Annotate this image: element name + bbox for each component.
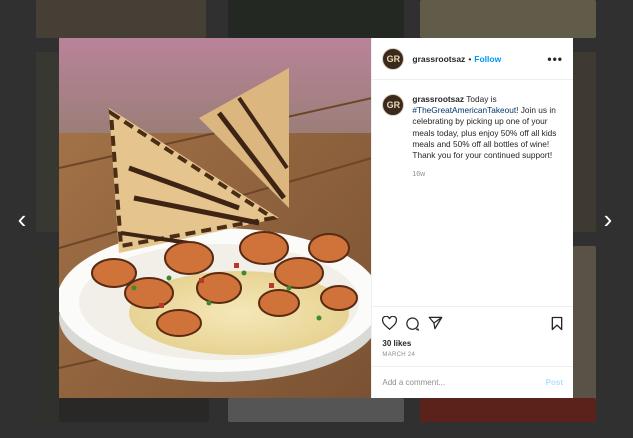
next-post-chevron-right-icon[interactable]: ›: [598, 205, 618, 233]
separator-dot: •: [468, 53, 472, 64]
comment-icon[interactable]: [405, 316, 420, 331]
avatar-logo-text: GR: [386, 100, 401, 110]
post-side-panel: GR grassrootsaz • Follow ••• GR grassroo…: [371, 38, 573, 398]
post-modal: GR grassrootsaz • Follow ••• GR grassroo…: [59, 38, 573, 398]
avatar[interactable]: GR: [382, 47, 405, 70]
post-comment-button[interactable]: Post: [546, 378, 563, 387]
caption-username-link[interactable]: grassrootsaz: [412, 94, 464, 104]
caption-text-before: Today is: [466, 94, 497, 104]
caption-text: grassrootsaz Today is #TheGreatAmericanT…: [412, 94, 562, 306]
hashtag-link[interactable]: #TheGreatAmericanTakeout: [412, 105, 516, 115]
follow-button[interactable]: Follow: [474, 54, 501, 64]
previous-post-chevron-left-icon[interactable]: ‹: [12, 205, 32, 233]
post-header: GR grassrootsaz • Follow •••: [372, 38, 573, 80]
post-image-illustration: [59, 38, 372, 398]
actions-section: 30 likes MARCH 24: [372, 306, 573, 366]
comment-bar: Post: [372, 366, 573, 398]
caption: GR grassrootsaz Today is #TheGreatAmeric…: [372, 80, 573, 306]
share-icon[interactable]: [428, 316, 443, 330]
avatar[interactable]: GR: [382, 94, 405, 116]
bookmark-icon[interactable]: [551, 316, 563, 331]
heart-icon[interactable]: [382, 316, 398, 330]
avatar-logo-text: GR: [386, 53, 401, 64]
username-link[interactable]: grassrootsaz: [412, 54, 465, 64]
comment-input[interactable]: [382, 378, 546, 387]
action-icons: [382, 315, 563, 331]
more-icon[interactable]: •••: [547, 52, 563, 66]
likes-count[interactable]: 30 likes: [382, 339, 563, 348]
post-age[interactable]: 16w: [412, 169, 562, 180]
post-image[interactable]: [59, 38, 372, 398]
post-date: MARCH 24: [382, 352, 416, 358]
